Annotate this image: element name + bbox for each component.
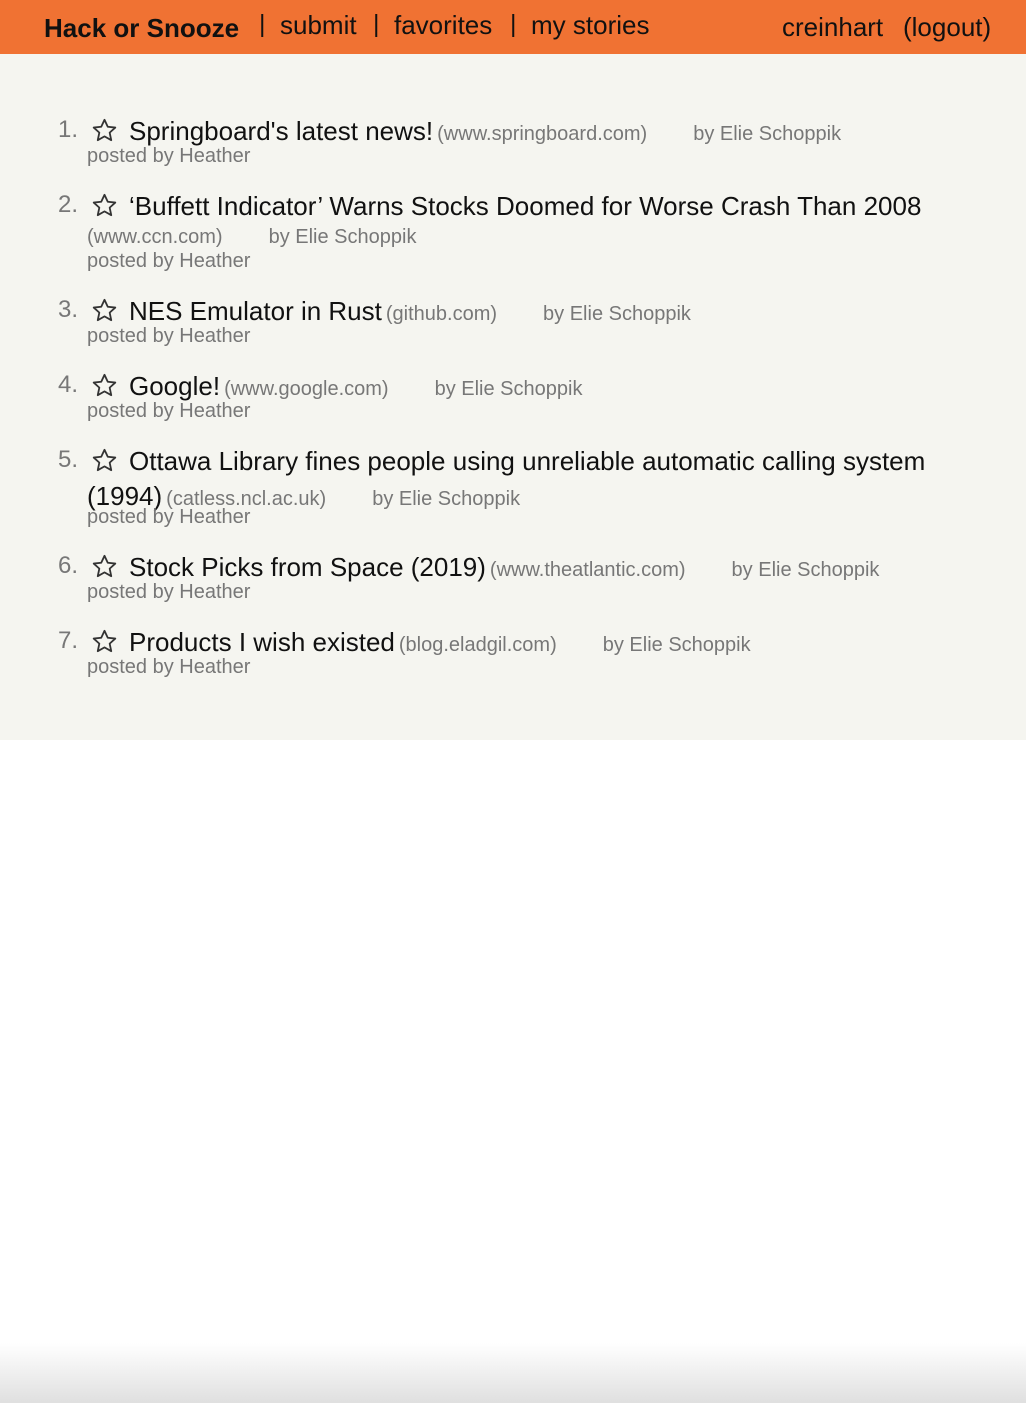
story-hostname: (github.com) <box>385 303 498 325</box>
story-author: by Elie Schoppik <box>693 123 842 145</box>
story-title-link[interactable]: Products I wish existed <box>129 627 395 657</box>
story-author: by Elie Schoppik <box>731 559 880 581</box>
story-number: 1. <box>58 116 79 143</box>
story-number: 4. <box>58 371 79 398</box>
stories-list: 1. Springboard's latest news! (www.spring… <box>0 54 1026 740</box>
story-number: 2. <box>58 191 79 218</box>
story-item: 7. Products I wish existed (blog.eladgil.… <box>0 627 1026 687</box>
star-icon[interactable] <box>91 297 118 324</box>
story-item: 5. Ottawa Library fines people using unr… <box>0 446 1026 536</box>
story-number: 3. <box>58 296 79 323</box>
story-poster: posted by Heather <box>87 325 251 347</box>
story-title-link[interactable]: NES Emulator in Rust <box>129 296 382 326</box>
story-title-link[interactable]: Stock Picks from Space (2019) <box>129 552 486 582</box>
story-hostname: (blog.eladgil.com) <box>398 634 557 656</box>
story-poster: posted by Heather <box>87 506 251 528</box>
story-line: Google! (www.google.com) by Elie Schoppik <box>129 371 989 406</box>
story-item: 2. ‘Buffett Indicator’ Warns Stocks Doom… <box>0 191 1026 281</box>
story-author: by Elie Schoppik <box>602 634 751 656</box>
story-author: by Elie Schoppik <box>434 378 583 400</box>
story-poster: posted by Heather <box>87 656 251 678</box>
story-number: 6. <box>58 552 79 579</box>
story-item: 6. Stock Picks from Space (2019) (www.the… <box>0 552 1026 612</box>
story-line: NES Emulator in Rust (github.com) by Elie … <box>129 296 989 331</box>
story-item: 3. NES Emulator in Rust (github.com) by El… <box>0 296 1026 356</box>
story-line: ‘Buffett Indicator’ Warns Stocks Doomed … <box>129 191 989 226</box>
nav-submit-link[interactable]: submit <box>280 10 357 41</box>
brand-link[interactable]: Hack or Snooze <box>44 13 239 44</box>
nav-separator: | <box>373 10 380 38</box>
story-title-link[interactable]: Springboard's latest news! <box>129 116 433 146</box>
story-poster: posted by Heather <box>87 250 251 272</box>
story-author: by Elie Schoppik <box>268 226 417 248</box>
nav-separator: | <box>510 10 517 38</box>
story-author: by Elie Schoppik <box>372 488 521 510</box>
nav-favorites-link[interactable]: favorites <box>394 10 492 41</box>
nav-my-stories-link[interactable]: my stories <box>531 10 649 41</box>
story-hostname: (www.google.com) <box>224 378 389 400</box>
story-poster: posted by Heather <box>87 581 251 603</box>
window-bottom-shadow <box>0 1343 1026 1403</box>
star-icon[interactable] <box>91 117 118 144</box>
story-item: 1. Springboard's latest news! (www.spring… <box>0 116 1026 176</box>
story-title-link[interactable]: Google! <box>129 371 220 401</box>
story-author: by Elie Schoppik <box>543 303 691 325</box>
story-item: 4. Google! (www.google.com) by Elie Schopp… <box>0 371 1026 431</box>
story-line: Springboard's latest news! (www.springboa… <box>129 116 989 151</box>
nav-separator: | <box>259 10 266 38</box>
story-hostname: (www.theatlantic.com) <box>489 559 686 581</box>
story-number: 5. <box>58 446 79 473</box>
page: Hack or Snooze | submit | favorites | my… <box>0 0 1026 1403</box>
story-title-link[interactable]: ‘Buffett Indicator’ Warns Stocks Doomed … <box>129 191 921 221</box>
story-line: Products I wish existed (blog.eladgil.com… <box>129 627 989 662</box>
story-number: 7. <box>58 627 79 654</box>
nav-logout-link[interactable]: (logout) <box>903 12 991 43</box>
story-hostname: (www.ccn.com) <box>87 226 223 248</box>
story-hostname: (www.springboard.com) <box>437 123 648 145</box>
star-icon[interactable] <box>91 553 118 580</box>
story-line: Stock Picks from Space (2019) (www.theatl… <box>129 552 989 587</box>
star-icon[interactable] <box>91 628 118 655</box>
nav-user-profile-link[interactable]: creinhart <box>782 12 883 43</box>
star-icon[interactable] <box>91 372 118 399</box>
star-icon[interactable] <box>91 192 118 219</box>
story-poster: posted by Heather <box>87 145 251 167</box>
top-navbar: Hack or Snooze | submit | favorites | my… <box>0 0 1026 54</box>
story-poster: posted by Heather <box>87 400 251 422</box>
